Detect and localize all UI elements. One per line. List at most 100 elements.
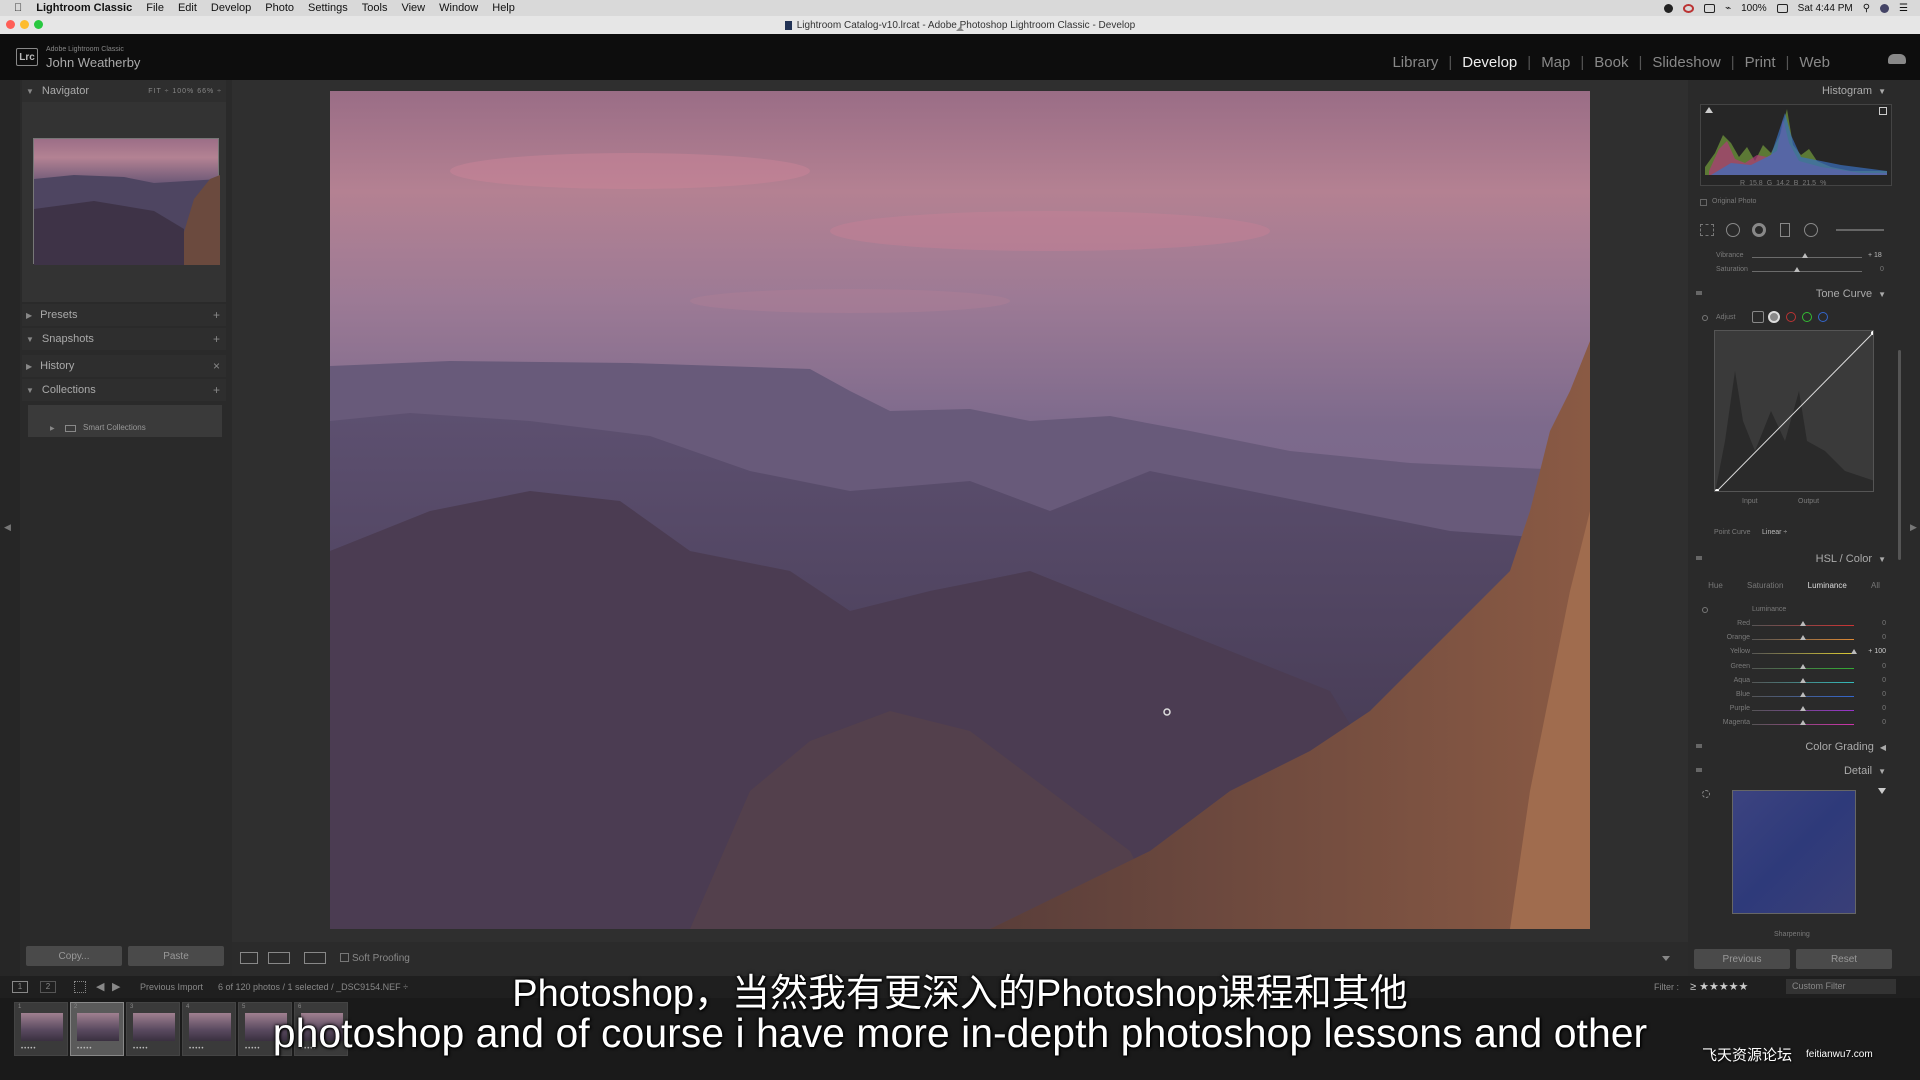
- panel-switch-icon[interactable]: [1696, 291, 1702, 295]
- battery-icon[interactable]: [1776, 3, 1788, 13]
- point-curve-icon[interactable]: [1768, 311, 1780, 323]
- module-slideshow[interactable]: Slideshow: [1642, 54, 1730, 71]
- hsl-row-value[interactable]: 0: [1862, 677, 1886, 684]
- collections-header[interactable]: ▼ Collections +: [22, 379, 226, 401]
- panel-switch-icon[interactable]: [1696, 768, 1702, 772]
- toolbar-menu-triangle-icon[interactable]: [1662, 956, 1670, 961]
- panel-switch-icon[interactable]: [1696, 556, 1702, 560]
- original-photo-checkbox[interactable]: [1700, 199, 1707, 206]
- menu-photo[interactable]: Photo: [265, 2, 294, 14]
- hsl-row-knob[interactable]: [1800, 692, 1806, 697]
- hsl-target-adjust-icon[interactable]: [1702, 607, 1708, 613]
- right-collapse-icon[interactable]: ▶: [1910, 522, 1917, 533]
- hsl-row-knob[interactable]: [1851, 649, 1857, 655]
- hsl-tab-saturation[interactable]: Saturation: [1747, 581, 1783, 590]
- zoom-window-button[interactable]: [34, 20, 43, 29]
- hsl-row-value[interactable]: 0: [1862, 719, 1886, 726]
- menu-file[interactable]: File: [146, 2, 164, 14]
- highlight-clipping-icon[interactable]: [1879, 107, 1887, 115]
- hsl-tab-hue[interactable]: Hue: [1708, 581, 1723, 590]
- menu-develop[interactable]: Develop: [211, 2, 251, 14]
- detail-preview[interactable]: [1732, 790, 1856, 914]
- hsl-row-knob[interactable]: [1800, 663, 1806, 669]
- navigator-zoom-options[interactable]: FIT ÷ 100% 66% ÷: [148, 88, 222, 95]
- color-grading-header[interactable]: Color Grading ◀: [1692, 736, 1892, 758]
- hsl-header[interactable]: HSL / Color ▼: [1692, 548, 1892, 570]
- green-channel-icon[interactable]: [1802, 312, 1812, 322]
- crop-tool-icon[interactable]: [1700, 224, 1714, 236]
- radial-filter-icon[interactable]: [1804, 223, 1818, 237]
- detail-target-icon[interactable]: [1702, 790, 1710, 798]
- saturation-slider[interactable]: [1752, 271, 1862, 272]
- snapshots-header[interactable]: ▼ Snapshots +: [22, 328, 226, 350]
- detail-preview-triangle-icon[interactable]: [1878, 788, 1886, 794]
- record-icon[interactable]: [1664, 3, 1674, 13]
- creative-cloud-icon[interactable]: [1683, 3, 1695, 13]
- target-adjust-icon[interactable]: [1702, 315, 1708, 321]
- main-photo[interactable]: [330, 91, 1590, 929]
- hsl-row-knob[interactable]: [1800, 635, 1806, 641]
- hsl-row-value[interactable]: 0: [1862, 663, 1886, 670]
- menu-window[interactable]: Window: [439, 2, 478, 14]
- menu-app-name[interactable]: Lightroom Classic: [36, 2, 132, 14]
- hsl-row-value[interactable]: + 100: [1862, 648, 1886, 655]
- spot-removal-icon[interactable]: [1726, 223, 1740, 237]
- saturation-knob[interactable]: [1794, 267, 1800, 272]
- menu-tools[interactable]: Tools: [362, 2, 388, 14]
- histogram-header[interactable]: Histogram ▼: [1692, 80, 1892, 102]
- menu-edit[interactable]: Edit: [178, 2, 197, 14]
- hsl-row-value[interactable]: 0: [1862, 620, 1886, 627]
- hsl-tab-luminance[interactable]: Luminance: [1808, 581, 1847, 590]
- soft-proofing-checkbox[interactable]: [340, 953, 349, 962]
- hsl-row-knob[interactable]: [1800, 621, 1806, 626]
- wifi-icon[interactable]: ⌁: [1725, 3, 1731, 14]
- hsl-tab-all[interactable]: All: [1871, 581, 1880, 590]
- module-book[interactable]: Book: [1584, 54, 1638, 71]
- menu-view[interactable]: View: [401, 2, 425, 14]
- clear-history-icon[interactable]: ×: [213, 359, 220, 373]
- clock[interactable]: Sat 4:44 PM: [1798, 3, 1853, 14]
- blue-channel-icon[interactable]: [1818, 312, 1828, 322]
- add-preset-icon[interactable]: +: [213, 308, 220, 322]
- history-header[interactable]: ▶ History ×: [22, 355, 226, 377]
- hsl-row-knob[interactable]: [1800, 706, 1806, 712]
- histogram[interactable]: [1700, 104, 1892, 186]
- parametric-curve-icon[interactable]: [1752, 311, 1764, 323]
- apple-icon[interactable]: : [14, 2, 22, 14]
- right-panel-scrollbar[interactable]: [1898, 350, 1901, 560]
- graduated-filter-icon[interactable]: [1780, 223, 1790, 237]
- navigator-preview[interactable]: [33, 138, 220, 265]
- spotlight-search-icon[interactable]: ⚲: [1863, 3, 1870, 14]
- module-map[interactable]: Map: [1531, 54, 1580, 71]
- saturation-value[interactable]: 0: [1880, 266, 1884, 273]
- adjustment-brush-icon[interactable]: [1836, 229, 1884, 231]
- panel-switch-icon[interactable]: [1696, 744, 1702, 748]
- hsl-row-value[interactable]: 0: [1862, 705, 1886, 712]
- add-collection-icon[interactable]: +: [213, 383, 220, 397]
- menu-help[interactable]: Help: [492, 2, 515, 14]
- hsl-row-value[interactable]: 0: [1862, 634, 1886, 641]
- minimize-window-button[interactable]: [20, 20, 29, 29]
- collapse-top-icon[interactable]: [956, 27, 964, 31]
- module-develop[interactable]: Develop: [1452, 54, 1527, 71]
- smart-collections-item[interactable]: Smart Collections: [83, 423, 146, 432]
- detail-header[interactable]: Detail ▼: [1692, 760, 1892, 782]
- red-channel-icon[interactable]: [1786, 312, 1796, 322]
- display-icon[interactable]: [1704, 3, 1716, 13]
- smart-collections-triangle-icon[interactable]: ▶: [50, 425, 55, 432]
- hsl-row-slider[interactable]: [1752, 653, 1854, 655]
- point-curve-select[interactable]: Linear ÷: [1762, 529, 1787, 536]
- module-print[interactable]: Print: [1735, 54, 1786, 71]
- shadow-clipping-icon[interactable]: [1705, 107, 1713, 113]
- left-collapse-icon[interactable]: ◀: [4, 522, 11, 533]
- tone-curve-graph[interactable]: [1714, 330, 1874, 492]
- siri-icon[interactable]: [1880, 3, 1890, 13]
- vibrance-value[interactable]: + 18: [1868, 252, 1882, 259]
- hsl-row-knob[interactable]: [1800, 677, 1806, 683]
- tone-curve-header[interactable]: Tone Curve ▼: [1692, 283, 1892, 305]
- hsl-row-value[interactable]: 0: [1862, 691, 1886, 698]
- module-web[interactable]: Web: [1789, 54, 1840, 71]
- hsl-row-knob[interactable]: [1800, 720, 1806, 726]
- menu-settings[interactable]: Settings: [308, 2, 348, 14]
- navigator-header[interactable]: ▼ Navigator FIT ÷ 100% 66% ÷: [22, 80, 226, 102]
